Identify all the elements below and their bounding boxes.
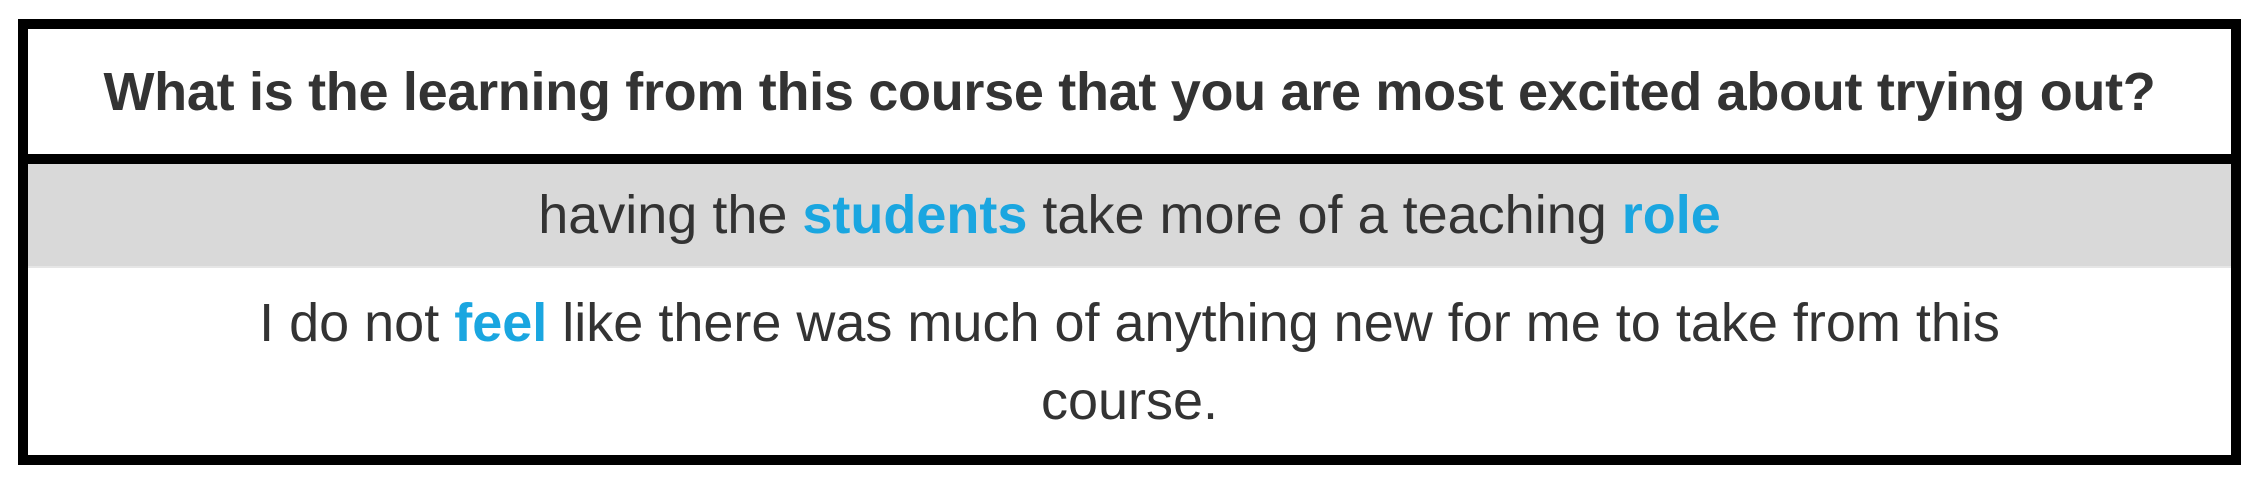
response-text-2: I do not feel like there was much of any…: [188, 284, 2071, 440]
response-row-2: I do not feel like there was much of any…: [28, 268, 2231, 455]
response-text-segment: I do not: [259, 292, 455, 353]
response-text-1: having the students take more of a teach…: [538, 176, 1721, 254]
response-row-1: having the students take more of a teach…: [28, 164, 2231, 268]
response-text-segment: having the: [538, 185, 803, 245]
question-heading: What is the learning from this course th…: [28, 29, 2231, 164]
keyword-highlight: feel: [454, 292, 548, 353]
keyword-highlight: students: [802, 185, 1028, 245]
response-text-segment: like there was much of anything new for …: [547, 292, 2000, 431]
keyword-highlight: role: [1621, 185, 1721, 245]
response-text-segment: take more of a teaching: [1027, 185, 1622, 245]
response-table: What is the learning from this course th…: [18, 19, 2241, 465]
